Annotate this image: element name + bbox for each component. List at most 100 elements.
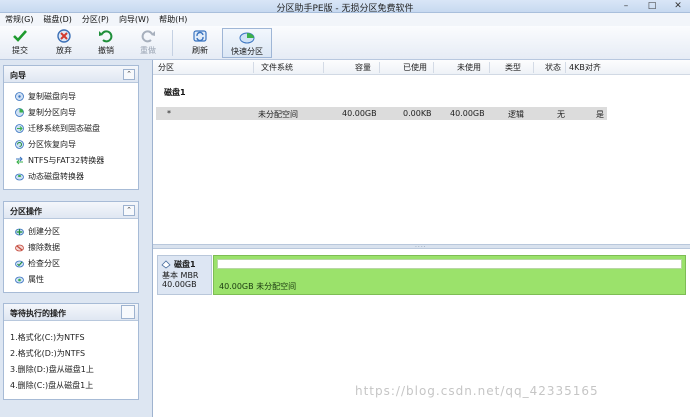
col-type[interactable]: 类型 [505, 62, 521, 73]
cell-used: 0.00KB [403, 109, 432, 118]
dynamic-disk-icon [15, 173, 24, 180]
refresh-icon [193, 30, 207, 42]
partition-item-properties[interactable]: 属性 [15, 273, 44, 285]
partition-ops-title: 分区操作 [10, 207, 42, 216]
pending-item: 3.删除(D:)盘从磁盘1上 [10, 365, 94, 374]
col-divider [379, 62, 380, 73]
collapse-wizard-button[interactable]: ⌃ [123, 69, 135, 80]
menu-help[interactable]: 帮助(H) [154, 13, 192, 26]
col-divider [533, 62, 534, 73]
partition-ops-panel: 分区操作 ⌃ 创建分区 擦除数据 检查分区 属性 [3, 201, 139, 293]
pending-item: 4.删除(C:)盘从磁盘1上 [10, 381, 94, 390]
discard-icon [57, 29, 71, 43]
col-used[interactable]: 已使用 [403, 62, 427, 73]
wizard-item-ntfs-fat32[interactable]: NTFS与FAT32转换器 [15, 154, 104, 166]
col-divider [433, 62, 434, 73]
col-divider [489, 62, 490, 73]
pane-splitter[interactable]: ···· [153, 244, 690, 251]
redo-icon [141, 30, 155, 43]
wizard-item-copy-partition[interactable]: 复制分区向导 [15, 106, 76, 118]
undo-icon [99, 30, 113, 43]
wizard-item-label: 动态磁盘转换器 [28, 171, 84, 181]
col-filesystem[interactable]: 文件系统 [261, 62, 293, 73]
discard-button[interactable]: 放弃 [48, 28, 80, 58]
partition-item-wipe[interactable]: 擦除数据 [15, 241, 60, 253]
close-button[interactable]: ✕ [672, 1, 684, 11]
sidebar: 向导 ⌃ 复制磁盘向导 复制分区向导 迁移系统到固态磁盘 分区恢复向导 NTFS… [0, 60, 153, 417]
wizard-panel-title: 向导 [10, 71, 26, 80]
wizard-item-label: NTFS与FAT32转换器 [28, 155, 105, 165]
table-row[interactable]: * 未分配空间 40.00GB 0.00KB 40.00GB 逻辑 无 是 [156, 107, 607, 120]
title-bar: 分区助手PE版 - 无损分区免费软件 – □ ✕ [0, 0, 690, 14]
wizard-panel: 向导 ⌃ 复制磁盘向导 复制分区向导 迁移系统到固态磁盘 分区恢复向导 NTFS… [3, 65, 139, 190]
partition-item-check[interactable]: 检查分区 [15, 257, 60, 269]
commit-button[interactable]: 提交 [4, 28, 36, 58]
commit-label: 提交 [12, 46, 28, 55]
disk-card[interactable]: 磁盘1 基本 MBR 40.00GB [157, 255, 212, 295]
disk-group-label: 磁盘1 [164, 88, 186, 97]
col-unused[interactable]: 未使用 [457, 62, 481, 73]
menu-partition[interactable]: 分区(P) [77, 13, 114, 26]
wizard-item-label: 复制磁盘向导 [28, 91, 76, 101]
menu-general[interactable]: 常规(G) [0, 13, 38, 26]
cell-type: 逻辑 [508, 110, 524, 119]
pending-ops-header: 等待执行的操作 [4, 304, 138, 321]
collapse-partition-ops-button[interactable]: ⌃ [123, 205, 135, 216]
watermark: https://blog.csdn.net/qq_42335165 [355, 384, 599, 398]
unallocated-partition-block[interactable]: 40.00GB 未分配空间 [213, 255, 686, 295]
redo-button[interactable]: 重做 [132, 28, 164, 58]
partition-block-label: 40.00GB 未分配空间 [219, 282, 297, 291]
col-status[interactable]: 状态 [545, 62, 561, 73]
minimize-button[interactable]: – [620, 1, 632, 11]
pending-ops-toggle[interactable] [121, 305, 135, 319]
wizard-item-label: 复制分区向导 [28, 107, 76, 117]
refresh-button[interactable]: 刷新 [184, 28, 216, 58]
disk-card-size: 40.00GB [162, 280, 197, 289]
undo-button[interactable]: 撤销 [90, 28, 122, 58]
menu-disk[interactable]: 磁盘(D) [38, 13, 76, 26]
undo-label: 撤销 [98, 46, 114, 55]
menu-bar: 常规(G) 磁盘(D) 分区(P) 向导(W) 帮助(H) [0, 13, 690, 26]
cell-4k-align: 是 [596, 110, 604, 119]
partition-item-label: 创建分区 [28, 226, 60, 236]
quick-partition-button[interactable]: 快速分区 [222, 28, 272, 58]
wizard-item-copy-disk[interactable]: 复制磁盘向导 [15, 90, 76, 102]
wizard-item-label: 分区恢复向导 [28, 139, 76, 149]
col-4k-align[interactable]: 4KB对齐 [569, 62, 601, 73]
disk-card-name: 磁盘1 [174, 260, 196, 269]
col-divider [565, 62, 566, 73]
partition-item-label: 擦除数据 [28, 242, 60, 252]
disk-quick-icon [239, 32, 255, 44]
cell-partition: * [167, 109, 171, 118]
window-controls: – □ ✕ [620, 1, 684, 11]
pending-ops-panel: 等待执行的操作 1.格式化(C:)为NTFS 2.格式化(D:)为NTFS 3.… [3, 303, 139, 400]
maximize-button[interactable]: □ [646, 1, 658, 11]
partition-ops-header: 分区操作 ⌃ [4, 202, 138, 219]
toolbar: 提交 放弃 撤销 重做 刷新 快速分区 [0, 26, 690, 60]
migrate-os-icon [15, 123, 24, 133]
wizard-item-partition-recovery[interactable]: 分区恢复向导 [15, 138, 76, 150]
cell-filesystem: 未分配空间 [258, 110, 298, 119]
partition-usage-bar [217, 259, 682, 269]
check-partition-icon [15, 260, 24, 267]
partition-item-label: 属性 [28, 274, 44, 284]
pending-ops-title: 等待执行的操作 [10, 309, 66, 318]
create-partition-icon [15, 228, 24, 235]
partition-recovery-icon [15, 139, 24, 149]
wizard-item-migrate-ssd[interactable]: 迁移系统到固态磁盘 [15, 122, 100, 134]
toolbar-separator [172, 30, 173, 56]
col-partition[interactable]: 分区 [158, 62, 174, 73]
wizard-item-dynamic-disk[interactable]: 动态磁盘转换器 [15, 170, 84, 182]
wipe-data-icon [15, 244, 24, 251]
partition-item-create[interactable]: 创建分区 [15, 225, 60, 237]
copy-partition-icon [15, 107, 24, 117]
splitter-grip-icon: ···· [415, 244, 427, 251]
cell-capacity: 40.00GB [342, 109, 377, 118]
menu-wizard[interactable]: 向导(W) [114, 13, 154, 26]
col-capacity[interactable]: 容量 [355, 62, 371, 73]
copy-disk-icon [15, 91, 24, 101]
properties-icon [15, 276, 24, 283]
partition-item-label: 检查分区 [28, 258, 60, 268]
cell-status: 无 [557, 110, 565, 119]
hard-disk-icon [161, 260, 171, 269]
